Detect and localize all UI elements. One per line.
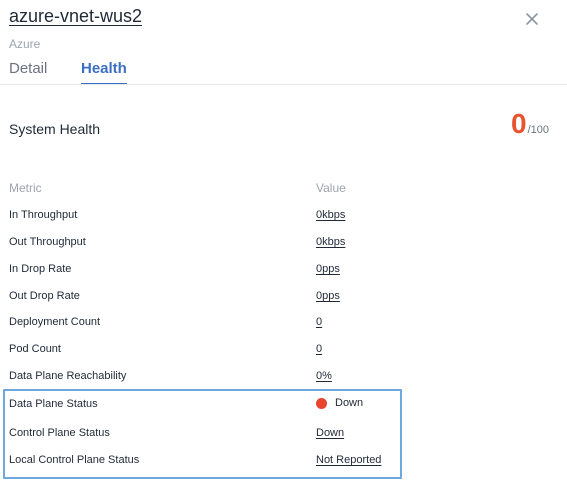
tab-health[interactable]: Health [81,60,127,85]
metric-value-link[interactable]: 0kbps [316,236,345,248]
table-row: Data Plane Reachability 0% [0,370,567,390]
metric-label: Out Drop Rate [9,290,80,302]
table-row: In Drop Rate 0pps [0,263,567,283]
metric-value-link[interactable]: 0 [316,343,322,355]
resource-title[interactable]: azure-vnet-wus2 [9,6,142,27]
metric-label: In Throughput [9,209,78,221]
metric-label: Out Throughput [9,236,86,248]
table-row: Deployment Count 0 [0,316,567,336]
metric-label: Data Plane Reachability [9,370,127,382]
health-score: 0 /100 [511,108,549,140]
metric-value-link[interactable]: 0pps [316,290,340,302]
cloud-provider-label: Azure [9,37,41,51]
column-header-value: Value [316,181,346,195]
tab-divider [0,84,567,85]
metric-value-link[interactable]: 0% [316,370,332,382]
table-row: Out Throughput 0kbps [0,236,567,256]
health-score-max: /100 [527,124,549,136]
health-score-value: 0 [511,108,527,139]
metric-label: Deployment Count [9,316,101,328]
metric-label: Pod Count [9,343,61,355]
tab-detail[interactable]: Detail [9,60,47,83]
metric-value-link[interactable]: 0pps [316,263,340,275]
status-highlight-box [3,389,402,479]
table-row: In Throughput 0kbps [0,209,567,229]
close-button[interactable] [522,9,542,29]
metric-label: In Drop Rate [9,263,72,275]
metric-value-link[interactable]: 0 [316,316,322,328]
metric-value-link[interactable]: 0kbps [316,209,345,221]
column-header-metric: Metric [9,181,42,195]
table-row: Out Drop Rate 0pps [0,290,567,310]
section-title: System Health [9,121,101,137]
table-row: Pod Count 0 [0,343,567,363]
close-icon [526,13,538,25]
